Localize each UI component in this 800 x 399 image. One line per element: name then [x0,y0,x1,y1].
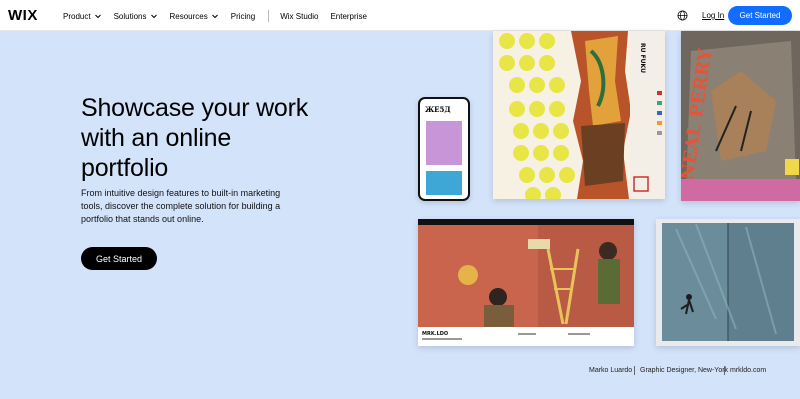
nav-item-label: Enterprise [330,11,367,21]
nav-divider [268,10,270,22]
nav-item-wix-studio[interactable]: Wix Studio [280,12,318,21]
nav-item-label: Solutions [113,11,147,21]
poster-title: RU FUKU [639,43,646,73]
chevron-down-icon [150,14,157,19]
login-link[interactable]: Log In [702,11,724,20]
nav-item-resources[interactable]: Resources [170,12,219,21]
website-screenshot: MRK.LDO [418,219,634,346]
globe-icon[interactable] [677,10,688,21]
hero-get-started-button[interactable]: Get Started [81,247,157,270]
wix-logo[interactable]: WIX [8,7,38,24]
portfolio-magazine-image [656,219,800,346]
nav-item-label: Wix Studio [280,11,319,21]
nav-item-label: Resources [169,11,208,21]
credit-divider [634,366,635,375]
portfolio-poster-image: NEAL PERRY [681,31,800,201]
chevron-down-icon [211,14,218,19]
phone-artwork-image [426,121,462,165]
hero-title: Showcase your work with an online portfo… [81,94,309,182]
credit-divider [724,366,725,375]
portfolio-website-preview: MRK.LDO [418,219,634,346]
nav-item-label: Pricing [230,11,256,21]
website-name: MRK.LDO [422,331,448,337]
hero-subtitle: From intuitive design features to built-… [81,188,281,224]
phone-artwork-image [426,171,462,195]
header-get-started-button[interactable]: Get Started [728,6,792,25]
poster-artwork: NEAL PERRY [681,31,800,201]
nav-item-enterprise[interactable]: Enterprise [330,12,366,21]
phone-site-title: ЖЕ5Д [425,105,451,114]
portfolio-poster-image: RU FUKU [493,31,665,199]
chevron-down-icon [94,14,101,19]
magazine-spread [656,219,800,346]
nav-menu: Product Solutions Resources Pricing Wix … [63,10,379,22]
credit-name: Marko Luardo [589,367,633,374]
nav-item-product[interactable]: Product [63,12,102,21]
nav-item-label: Product [63,11,91,21]
phone-portfolio-preview: ЖЕ5Д [418,97,470,201]
top-navigation: WIX Product Solutions Resources Pricing … [0,0,800,31]
nav-item-solutions[interactable]: Solutions [114,12,158,21]
collage-artwork: RU FUKU [493,31,665,199]
credit-role: Graphic Designer, New-York [640,367,729,374]
nav-item-pricing[interactable]: Pricing [231,12,255,21]
credit-site-link[interactable]: mrkldo.com [730,367,766,374]
